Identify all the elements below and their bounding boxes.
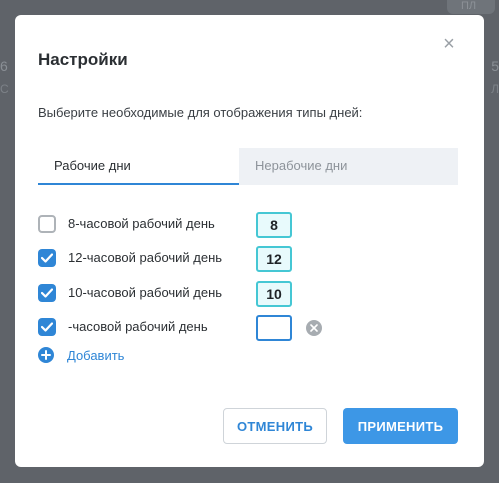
background-right-sub: Л [491, 82, 499, 96]
modal-subtitle: Выберите необходимые для отображения тип… [38, 105, 363, 120]
hours-badge[interactable]: 10 [256, 281, 292, 307]
apply-button[interactable]: ПРИМЕНИТЬ [343, 408, 458, 444]
close-icon [310, 324, 318, 332]
remove-icon[interactable] [306, 320, 322, 336]
row-label: 8-часовой рабочий день [68, 216, 215, 231]
background-left-number: 6 [0, 58, 8, 74]
modal-title: Настройки [38, 50, 128, 69]
cancel-button[interactable]: ОТМЕНИТЬ [223, 408, 327, 444]
background-chip: ПЛ [447, 0, 495, 14]
row-label: 10-часовой рабочий день [68, 285, 223, 300]
day-type-row: 10-часовой рабочий день 10 [38, 281, 338, 307]
checkbox-12-hour[interactable] [38, 249, 56, 267]
checkbox-8-hour[interactable] [38, 215, 56, 233]
checkbox-custom-hour[interactable] [38, 318, 56, 336]
day-type-row: 12-часовой рабочий день 12 [38, 246, 338, 272]
hours-badge[interactable]: 8 [256, 212, 292, 238]
check-icon [41, 288, 53, 298]
add-label: Добавить [67, 348, 125, 363]
checkbox-10-hour[interactable] [38, 284, 56, 302]
check-icon [41, 322, 53, 332]
background-right-number: 5 [491, 58, 499, 74]
plus-icon [38, 347, 54, 363]
background-left-sub: С [0, 82, 9, 96]
row-label: 12-часовой рабочий день [68, 250, 223, 265]
tab-non-working-days[interactable]: Нерабочие дни [239, 148, 458, 185]
day-type-row: -часовой рабочий день [38, 315, 338, 341]
hours-input[interactable] [256, 315, 292, 341]
hours-badge[interactable]: 12 [256, 246, 292, 272]
row-label: -часовой рабочий день [68, 319, 208, 334]
tab-working-days[interactable]: Рабочие дни [38, 148, 239, 185]
day-type-tabs: Рабочие дни Нерабочие дни [38, 148, 458, 185]
close-icon[interactable]: × [441, 34, 457, 54]
check-icon [41, 253, 53, 263]
settings-modal: × Настройки Выберите необходимые для ото… [15, 15, 484, 467]
day-type-row: 8-часовой рабочий день 8 [38, 212, 338, 238]
